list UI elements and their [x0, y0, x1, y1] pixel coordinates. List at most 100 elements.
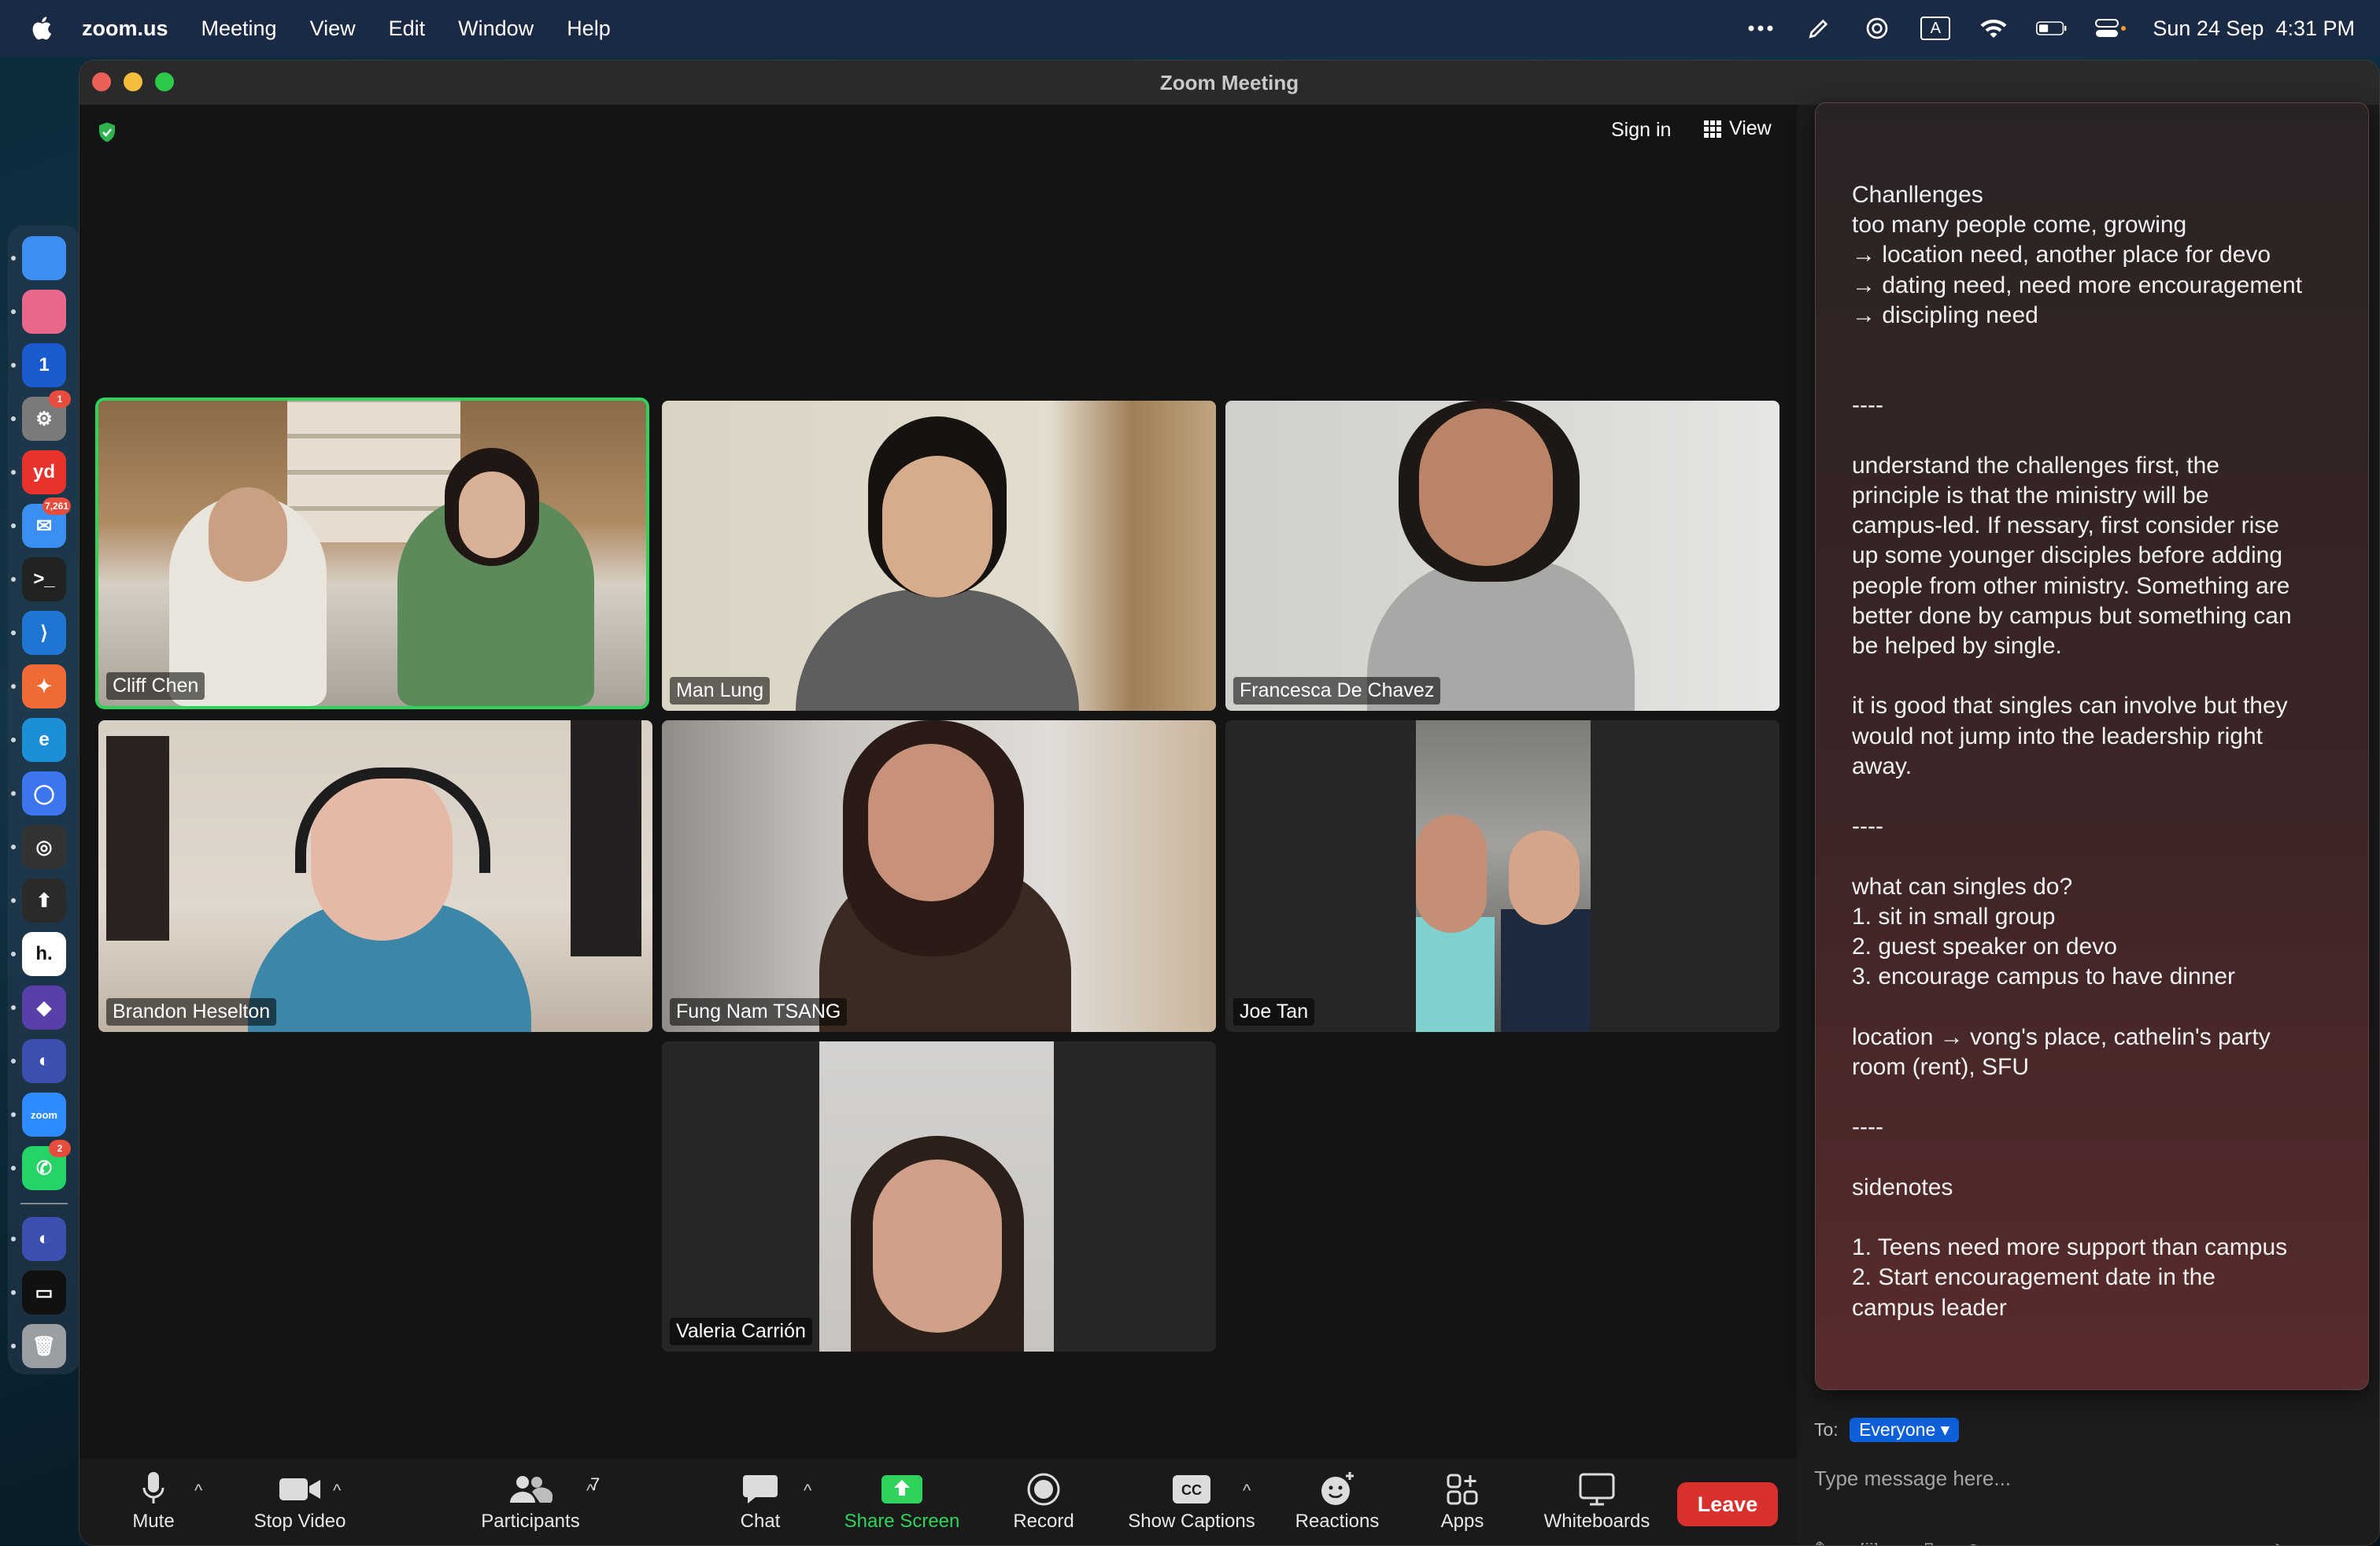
leave-button[interactable]: Leave: [1677, 1482, 1778, 1526]
notification-badge: 2: [49, 1140, 71, 1157]
running-indicator: [11, 1237, 16, 1241]
zoom-icon[interactable]: zoom: [22, 1093, 66, 1137]
zoom-window-button[interactable]: [155, 72, 174, 91]
microphone-icon: [142, 1472, 164, 1503]
terminal-icon[interactable]: >_: [22, 557, 66, 601]
apple-menu-icon[interactable]: [30, 15, 57, 42]
view-label: View: [1729, 117, 1772, 139]
chat-message-input[interactable]: Type message here...: [1814, 1466, 2011, 1491]
input-source-label: A: [1920, 17, 1951, 40]
person-face: [459, 472, 525, 558]
reactions-button[interactable]: Reactions: [1290, 1468, 1384, 1533]
close-window-button[interactable]: [92, 72, 111, 91]
whiteboards-button[interactable]: Whiteboards: [1534, 1468, 1660, 1533]
menu-window[interactable]: Window: [458, 17, 534, 41]
menu-help[interactable]: Help: [567, 17, 611, 41]
finder-icon[interactable]: [22, 236, 66, 280]
pen-icon[interactable]: [1803, 14, 1835, 43]
more-icon[interactable]: [1745, 14, 1776, 43]
obsidian-icon[interactable]: ◆: [22, 986, 66, 1030]
menu-view[interactable]: View: [310, 17, 356, 41]
screen-recorder-icon[interactable]: ◎: [22, 825, 66, 869]
emoji-icon[interactable]: ☺: [1963, 1537, 1984, 1545]
apps-icon: [1447, 1474, 1478, 1505]
signal-icon[interactable]: ◯: [22, 771, 66, 816]
apps-button[interactable]: Apps: [1427, 1468, 1498, 1533]
participant-name: Francesca De Chavez: [1233, 677, 1441, 705]
terminal-window-icon[interactable]: ▭: [22, 1270, 66, 1315]
notes-text[interactable]: Chanllenges too many people come, growin…: [1852, 180, 2348, 1323]
wifi-icon[interactable]: [1978, 14, 2009, 43]
captions-options-chevron-icon[interactable]: ^: [1243, 1481, 1251, 1501]
trash-icon[interactable]: 🗑: [22, 1324, 66, 1368]
airdrop-icon[interactable]: [1861, 14, 1893, 43]
wall-tapestry: [106, 736, 169, 941]
1password-icon[interactable]: 1: [22, 343, 66, 387]
finder-window-icon[interactable]: ◐: [22, 1217, 66, 1261]
stop-video-button[interactable]: Stop Video: [237, 1468, 363, 1533]
menu-meeting[interactable]: Meeting: [201, 17, 277, 41]
youdao-icon[interactable]: yd: [22, 450, 66, 494]
share-screen-button[interactable]: Share Screen: [835, 1468, 969, 1533]
video-tile-francesca-de-chavez[interactable]: Francesca De Chavez: [1225, 401, 1779, 711]
show-captions-label: Show Captions: [1128, 1511, 1255, 1532]
whatsapp-icon[interactable]: ✆ 2: [22, 1140, 71, 1190]
notes-window[interactable]: Chanllenges too many people come, growin…: [1815, 102, 2369, 1390]
tweaks-icon[interactable]: ⬆: [22, 878, 66, 923]
browser-icon[interactable]: ◐: [22, 1039, 66, 1083]
video-tile-cliff-chen[interactable]: Cliff Chen: [95, 398, 649, 709]
screenshot-icon[interactable]: ⬚ ▾: [1860, 1537, 1895, 1545]
video-tile-man-lung[interactable]: Man Lung: [662, 401, 1216, 711]
participant-name: Brandon Heselton: [106, 998, 277, 1026]
participants-button[interactable]: 7 Participants: [471, 1468, 600, 1533]
menu-app-name[interactable]: zoom.us: [82, 17, 168, 41]
participant-name: Man Lung: [670, 677, 771, 705]
keyboard-input-icon[interactable]: A: [1920, 14, 1951, 43]
view-button[interactable]: View: [1704, 117, 1772, 140]
running-indicator: [11, 523, 16, 528]
mute-button[interactable]: Mute: [114, 1468, 193, 1533]
person-head: [209, 487, 287, 582]
battery-icon[interactable]: [2036, 14, 2068, 43]
chat-recipient-select[interactable]: Everyone ▾: [1850, 1418, 1960, 1442]
mail-icon[interactable]: ✉ 7,261: [22, 497, 71, 548]
record-button[interactable]: Record: [1000, 1468, 1087, 1533]
video-camera-icon: [279, 1478, 320, 1500]
edge-icon[interactable]: e: [22, 718, 66, 762]
running-indicator: [11, 1112, 16, 1117]
dock-divider: [20, 1203, 68, 1204]
running-indicator: [11, 631, 16, 635]
chat-options-chevron-icon[interactable]: ^: [804, 1481, 811, 1501]
send-icon[interactable]: ➤: [2273, 1537, 2290, 1545]
video-options-chevron-icon[interactable]: ^: [333, 1481, 341, 1501]
running-indicator: [11, 1059, 16, 1063]
participant-name: Fung Nam TSANG: [670, 998, 848, 1026]
file-icon[interactable]: ▯: [1924, 1537, 1935, 1545]
video-tile-joe-tan[interactable]: Joe Tan: [1225, 720, 1779, 1032]
h-app-icon[interactable]: h.: [22, 932, 66, 976]
format-text-icon[interactable]: ✎: [1814, 1537, 1831, 1545]
reactions-smiley-icon: [1321, 1472, 1354, 1505]
menu-datetime[interactable]: Sun 24 Sep 4:31 PM: [2153, 17, 2355, 41]
control-center-icon[interactable]: [2094, 14, 2127, 43]
system-settings-icon[interactable]: ⚙ 1: [22, 390, 71, 441]
participants-options-chevron-icon[interactable]: ^: [586, 1481, 594, 1501]
chat-button[interactable]: Chat: [717, 1468, 804, 1533]
record-label: Record: [1013, 1511, 1074, 1532]
video-tile-fung-nam-tsang[interactable]: Fung Nam TSANG: [662, 720, 1216, 1032]
menu-edit[interactable]: Edit: [389, 17, 426, 41]
video-tile-brandon-heselton[interactable]: Brandon Heselton: [98, 720, 652, 1032]
postman-icon[interactable]: ✦: [22, 664, 66, 708]
audio-options-chevron-icon[interactable]: ^: [194, 1481, 202, 1501]
minimize-window-button[interactable]: [124, 72, 142, 91]
video-tile-valeria-carrion[interactable]: Valeria Carrión: [662, 1041, 1216, 1352]
encryption-shield-icon[interactable]: [95, 120, 119, 144]
running-indicator: [11, 1344, 16, 1348]
share-screen-icon: [881, 1475, 922, 1503]
participant-name: Cliff Chen: [106, 672, 205, 700]
sign-in-link[interactable]: Sign in: [1611, 119, 1671, 142]
vscode-icon[interactable]: ⟩: [22, 611, 66, 655]
pink-app-icon[interactable]: [22, 290, 66, 334]
menu-bar: zoom.us Meeting View Edit Window Help A …: [0, 0, 2380, 57]
more-options-icon[interactable]: ···: [2012, 1537, 2033, 1545]
